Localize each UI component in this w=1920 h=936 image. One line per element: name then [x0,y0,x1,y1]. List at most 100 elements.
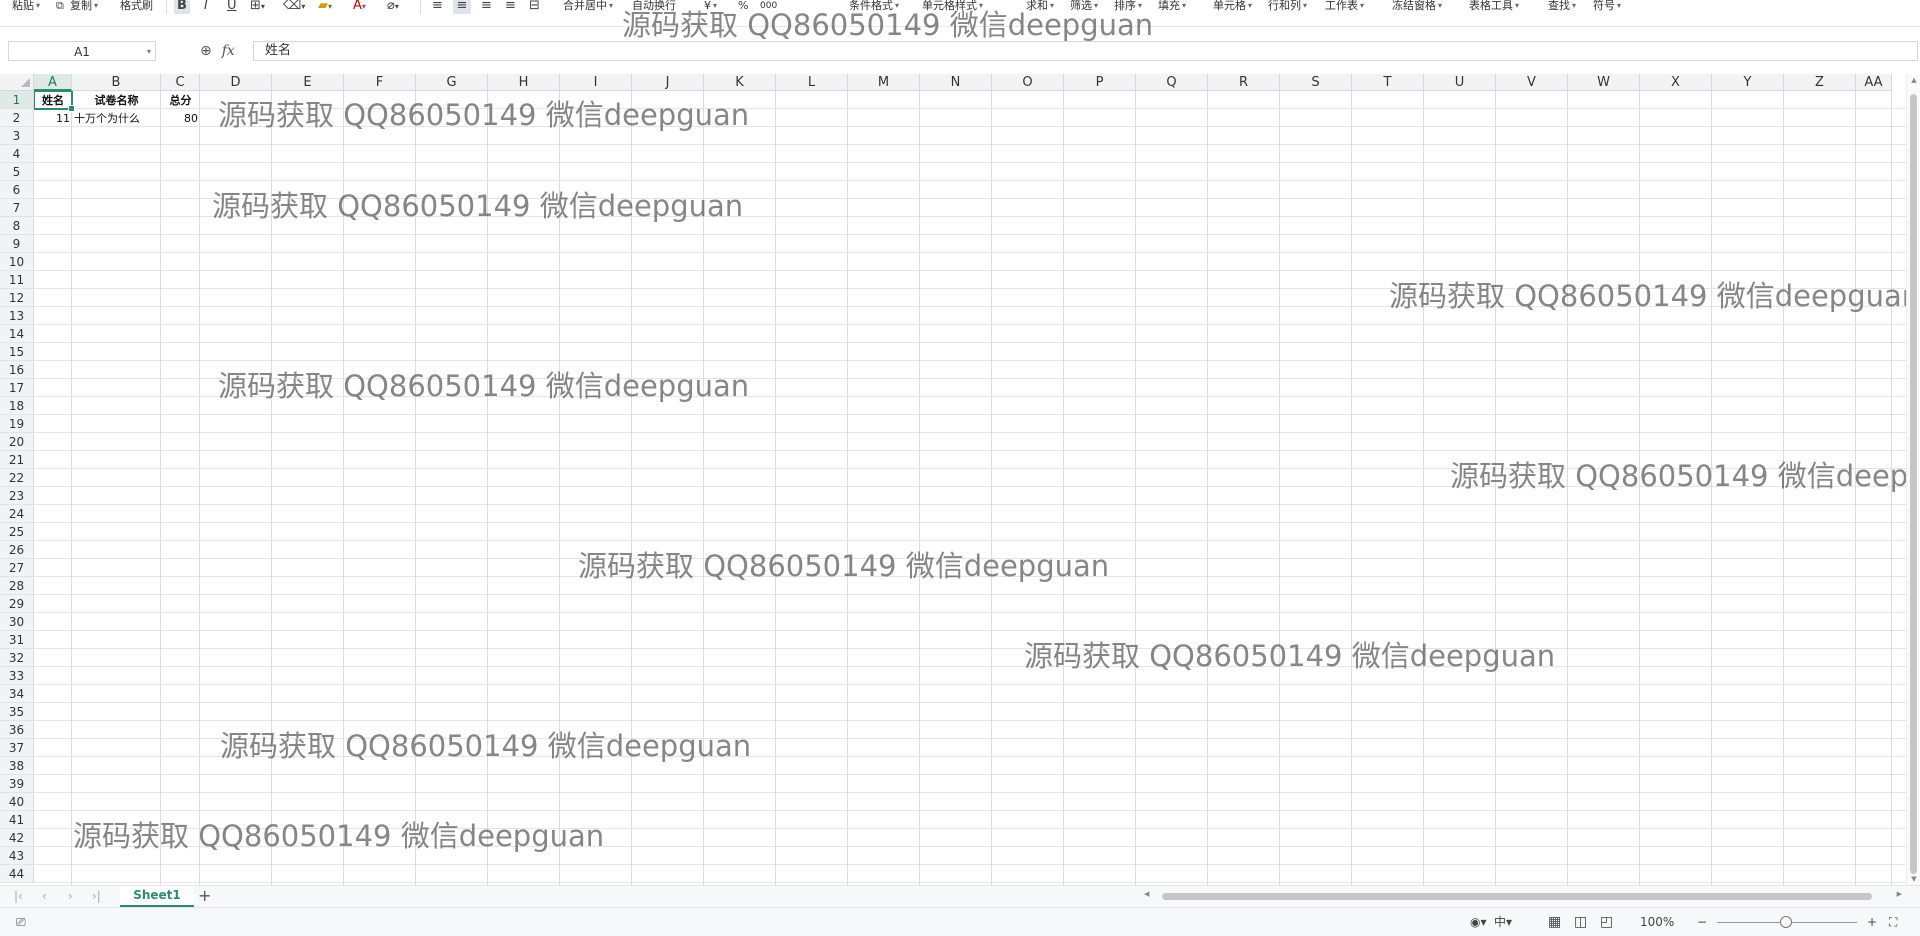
row-header-17[interactable]: 17 [0,379,34,397]
row-header-31[interactable]: 31 [0,631,34,649]
find-button[interactable]: 查找 ▾ [1548,0,1576,12]
page-break-icon[interactable]: ◰ [1600,913,1613,931]
cell-grid[interactable]: 姓名 试卷名称 总分 11 十万个为什么 80 [34,91,1906,885]
row-header-42[interactable]: 42 [0,829,34,847]
column-header-b[interactable]: B [72,74,161,91]
row-header-33[interactable]: 33 [0,667,34,685]
bold-button[interactable]: B [174,0,190,14]
row-header-41[interactable]: 41 [0,811,34,829]
row-header-14[interactable]: 14 [0,325,34,343]
row-header-8[interactable]: 8 [0,217,34,235]
clear-format-icon[interactable]: ⌫▾ [283,0,305,14]
name-box[interactable]: A1 ▾ [8,41,156,61]
row-header-1[interactable]: 1 [0,91,34,109]
column-header-a[interactable]: A [34,74,72,91]
select-all-corner[interactable] [0,74,34,91]
zoom-slider-knob[interactable] [1780,916,1792,928]
first-sheet-icon[interactable]: |‹ [14,889,23,903]
zoom-search-icon[interactable]: ⊕ [200,43,212,59]
row-header-5[interactable]: 5 [0,163,34,181]
column-header-u[interactable]: U [1424,74,1496,91]
row-header-28[interactable]: 28 [0,577,34,595]
column-header-k[interactable]: K [704,74,776,91]
row-header-21[interactable]: 21 [0,451,34,469]
column-header-t[interactable]: T [1352,74,1424,91]
column-header-d[interactable]: D [200,74,272,91]
format-painter-button[interactable]: 格式刷 [120,0,153,12]
row-header-37[interactable]: 37 [0,739,34,757]
add-sheet-button[interactable]: + [198,887,211,905]
cell-button[interactable]: 单元格 ▾ [1213,0,1252,12]
align-left-icon[interactable]: ≡ [432,0,443,14]
row-header-29[interactable]: 29 [0,595,34,613]
table-tools-button[interactable]: 表格工具 ▾ [1469,0,1519,12]
chevron-down-icon[interactable]: ▾ [147,42,151,62]
row-header-25[interactable]: 25 [0,523,34,541]
row-header-32[interactable]: 32 [0,649,34,667]
row-header-18[interactable]: 18 [0,397,34,415]
row-header-2[interactable]: 2 [0,109,34,127]
percent-button[interactable]: % [738,0,748,12]
row-header-36[interactable]: 36 [0,721,34,739]
row-header-43[interactable]: 43 [0,847,34,865]
scroll-left-icon[interactable]: ◀ [1144,890,1149,898]
row-header-27[interactable]: 27 [0,559,34,577]
row-header-20[interactable]: 20 [0,433,34,451]
prev-sheet-icon[interactable]: ‹ [42,889,47,903]
column-header-i[interactable]: I [560,74,632,91]
column-header-l[interactable]: L [776,74,848,91]
column-header-g[interactable]: G [416,74,488,91]
copy-button[interactable]: 复制 ▾ [70,0,98,12]
row-header-15[interactable]: 15 [0,343,34,361]
fill-color-icon[interactable]: ▰▾ [318,0,332,14]
vertical-scroll-thumb[interactable] [1910,94,1917,874]
row-col-button[interactable]: 行和列 ▾ [1268,0,1307,12]
align-center-icon[interactable]: ≡ [453,0,471,14]
underline-button[interactable]: U [227,0,237,14]
fill-button[interactable]: 填充 ▾ [1158,0,1186,12]
cell-A2[interactable]: 11 [34,110,72,127]
eye-protection-icon[interactable]: ◉▾ [1470,913,1487,931]
row-header-23[interactable]: 23 [0,487,34,505]
row-header-38[interactable]: 38 [0,757,34,775]
fx-icon[interactable]: fx [222,43,235,59]
column-header-aa[interactable]: AA [1856,74,1892,91]
paste-button[interactable]: 粘贴 ▾ [12,0,40,12]
wrap-text-button[interactable]: 自动换行 [632,0,676,12]
cell-C2[interactable]: 80 [161,110,200,127]
column-header-z[interactable]: Z [1784,74,1856,91]
language-icon[interactable]: 中▾ [1494,913,1512,931]
border-icon[interactable]: ⊞▾ [250,0,265,14]
fullscreen-icon[interactable]: ⛶ [1889,913,1897,931]
symbol-button[interactable]: 符号 ▾ [1593,0,1621,12]
vertical-scrollbar[interactable]: ▲ ▼ [1906,74,1920,885]
next-sheet-icon[interactable]: › [68,889,73,903]
column-header-s[interactable]: S [1280,74,1352,91]
row-header-22[interactable]: 22 [0,469,34,487]
column-header-v[interactable]: V [1496,74,1568,91]
row-header-34[interactable]: 34 [0,685,34,703]
column-header-x[interactable]: X [1640,74,1712,91]
currency-button[interactable]: ¥ ▾ [704,0,717,12]
cell-C1[interactable]: 总分 [161,92,200,109]
italic-button[interactable]: I [204,0,208,14]
column-header-y[interactable]: Y [1712,74,1784,91]
row-header-7[interactable]: 7 [0,199,34,217]
align-right-icon[interactable]: ≡ [481,0,492,14]
column-header-p[interactable]: P [1064,74,1136,91]
row-header-24[interactable]: 24 [0,505,34,523]
row-header-26[interactable]: 26 [0,541,34,559]
row-header-44[interactable]: 44 [0,865,34,883]
row-header-6[interactable]: 6 [0,181,34,199]
conditional-format-button[interactable]: 条件格式 ▾ [849,0,899,12]
column-header-q[interactable]: Q [1136,74,1208,91]
scroll-right-icon[interactable]: ▶ [1897,890,1902,898]
row-header-30[interactable]: 30 [0,613,34,631]
row-header-4[interactable]: 4 [0,145,34,163]
column-header-n[interactable]: N [920,74,992,91]
cell-B1[interactable]: 试卷名称 [72,92,161,109]
row-header-16[interactable]: 16 [0,361,34,379]
scroll-up-icon[interactable]: ▲ [1907,76,1920,84]
row-header-35[interactable]: 35 [0,703,34,721]
normal-view-icon[interactable]: ▦ [1548,913,1561,931]
